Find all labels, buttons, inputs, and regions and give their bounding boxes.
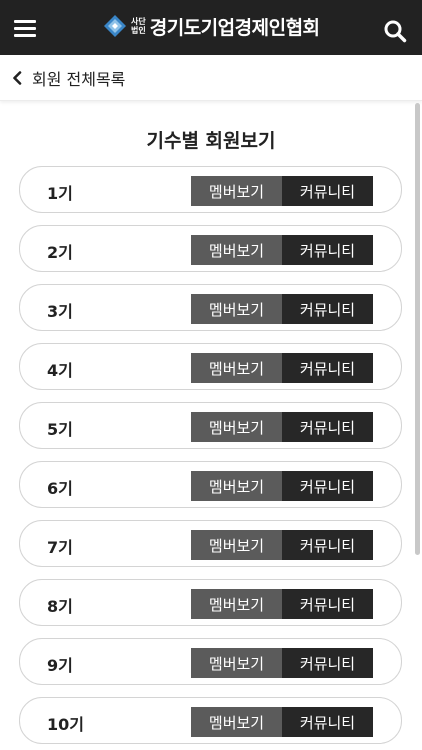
community-button[interactable]: 커뮤니티 [282,530,373,560]
page-title: 기수별 회원보기 [146,130,276,152]
view-members-button[interactable]: 멤버보기 [191,530,282,560]
community-button[interactable]: 커뮤니티 [282,589,373,619]
cohort-row: 10기 멤버보기 커뮤니티 [19,697,402,744]
chevron-left-icon [13,71,22,85]
org-logo[interactable]: 사단 법인 경기도기업경제인협회 [103,11,320,41]
community-button[interactable]: 커뮤니티 [282,294,373,324]
cohort-row: 6기 멤버보기 커뮤니티 [19,461,402,508]
org-name: 경기도기업경제인협회 [149,16,320,39]
community-button[interactable]: 커뮤니티 [282,707,373,737]
cohort-label: 8기 [47,597,73,616]
community-button[interactable]: 커뮤니티 [282,235,373,265]
cohort-row: 5기 멤버보기 커뮤니티 [19,402,402,449]
cohort-label: 4기 [47,361,73,380]
cohort-row: 3기 멤버보기 커뮤니티 [19,284,402,331]
view-members-button[interactable]: 멤버보기 [191,471,282,501]
back-to-member-list-link[interactable]: 회원 전체목록 [12,68,126,89]
hamburger-menu-icon[interactable] [14,20,36,38]
cohort-label: 6기 [47,479,73,498]
cohort-list: 1기 멤버보기 커뮤니티 2기 멤버보기 커뮤니티 3기 멤버보기 커뮤니티 4… [19,166,402,750]
community-button[interactable]: 커뮤니티 [282,176,373,206]
view-members-button[interactable]: 멤버보기 [191,412,282,442]
community-button[interactable]: 커뮤니티 [282,648,373,678]
logo-corp-label: 사단 법인 [131,17,146,35]
cohort-row: 9기 멤버보기 커뮤니티 [19,638,402,685]
cohort-label: 10기 [47,715,84,734]
cohort-label: 5기 [47,420,73,439]
page-scrollbar[interactable] [415,103,420,555]
community-button[interactable]: 커뮤니티 [282,471,373,501]
cohort-label: 1기 [47,184,73,203]
cohort-label: 2기 [47,243,73,262]
cohort-row: 8기 멤버보기 커뮤니티 [19,579,402,626]
top-app-bar: 사단 법인 경기도기업경제인협회 [0,0,422,55]
back-link-label: 회원 전체목록 [32,70,126,89]
view-members-button[interactable]: 멤버보기 [191,648,282,678]
diamond-logo-icon [104,15,126,37]
view-members-button[interactable]: 멤버보기 [191,353,282,383]
cohort-label: 3기 [47,302,73,321]
cohort-label: 9기 [47,656,73,675]
community-button[interactable]: 커뮤니티 [282,353,373,383]
logo-sub-top: 사단 [131,17,146,26]
search-icon[interactable] [383,19,407,43]
cohort-row: 7기 멤버보기 커뮤니티 [19,520,402,567]
view-members-button[interactable]: 멤버보기 [191,707,282,737]
cohort-row: 2기 멤버보기 커뮤니티 [19,225,402,272]
view-members-button[interactable]: 멤버보기 [191,589,282,619]
sub-navigation-bar: 회원 전체목록 [0,55,422,101]
view-members-button[interactable]: 멤버보기 [191,176,282,206]
view-members-button[interactable]: 멤버보기 [191,294,282,324]
logo-sub-bottom: 법인 [131,26,146,35]
cohort-row: 4기 멤버보기 커뮤니티 [19,343,402,390]
view-members-button[interactable]: 멤버보기 [191,235,282,265]
cohort-row: 1기 멤버보기 커뮤니티 [19,166,402,213]
cohort-label: 7기 [47,538,73,557]
community-button[interactable]: 커뮤니티 [282,412,373,442]
